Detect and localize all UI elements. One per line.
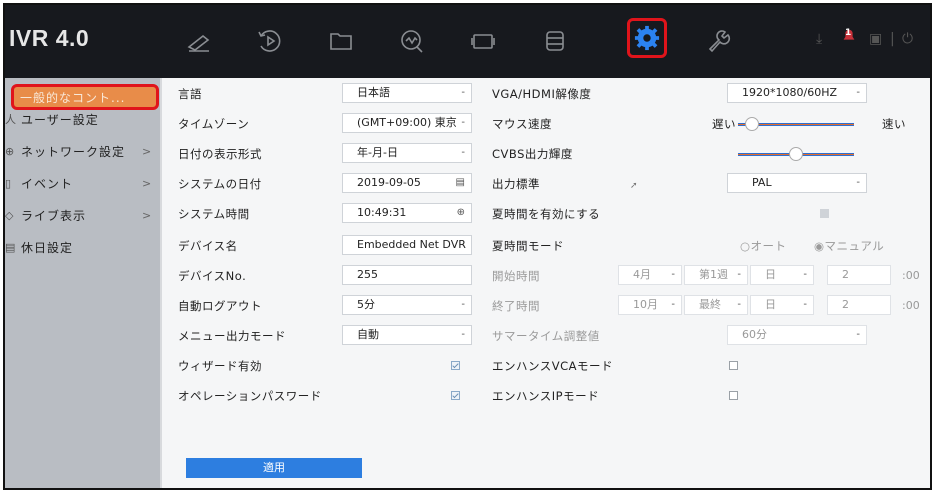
auto-logout-select[interactable]: 5分 - [342,295,472,315]
power-icon[interactable]: ⏻ [902,31,913,47]
sidebar-item-holiday[interactable]: ▤ 休日設定 [5,234,160,262]
dst-enable-checkbox[interactable] [820,209,829,218]
cvbs-brightness-handle[interactable] [789,147,803,161]
menu-output-label: メニュー出力モード [178,329,286,343]
enhanced-ip-label: エンハンスIPモード [492,389,600,403]
cvbs-brightness-label: CVBS出力輝度 [492,147,573,161]
auto-logout-label: 自動ログアウト [178,299,262,313]
start-week-select[interactable]: 第1週 - [684,265,748,285]
sidebar-item-label: 一般的なコント... [20,91,126,105]
calendar-icon[interactable]: ▤ [456,174,465,192]
storage-icon[interactable] [537,23,573,59]
end-month-select[interactable]: 10月 - [618,295,682,315]
dst-mode-auto-radio[interactable]: ○オート [740,238,787,254]
end-hour-select[interactable]: 2 [827,295,891,315]
end-day-select[interactable]: 日- [750,295,814,315]
sidebar: 一般的なコント... 人 ユーザー設定 ⊕ ネットワーク設定 > ▯ イベント … [5,78,160,488]
system-date-label: システムの日付 [178,177,262,191]
playback-icon[interactable] [252,23,288,59]
mouse-speed-label: マウス速度 [492,117,552,131]
date-format-label: 日付の表示形式 [178,147,262,161]
top-navigation-bar: IVR 4.0 ⤓ 1 ▣ | ⏻ [5,5,930,78]
system-time-input[interactable]: 10:49:31 ⊕ [342,203,472,223]
timezone-select[interactable]: (GMT+09:00) 東京 - [342,113,472,133]
calendar-icon: ▤ [5,241,16,254]
resolution-label: VGA/HDMI解像度 [492,87,592,101]
chevron-down-icon: - [461,329,465,340]
end-week-select[interactable]: 最終 - [684,295,748,315]
camera-icon[interactable] [465,23,501,59]
separator: | [890,31,895,47]
system-date-input[interactable]: 2019-09-05 ▤ [342,173,472,193]
chevron-right-icon: > [142,209,152,222]
language-select[interactable]: 日本語 - [342,83,472,103]
start-time-label: 開始時間 [492,269,540,283]
output-standard-label: 出力標準 [492,177,540,191]
chevron-down-icon: - [461,87,465,98]
end-minute-suffix: :00 [902,299,920,312]
brand-logo: IVR 4.0 [9,25,90,51]
device-no-label: デバイスNo. [178,269,247,283]
event-icon: ▯ [5,177,12,190]
sidebar-item-live-view[interactable]: ◇ ライブ表示 > [5,202,160,230]
user-icon: 人 [5,113,16,126]
chevron-right-icon: > [142,145,152,158]
chevron-down-icon: - [856,87,860,98]
chevron-down-icon: - [461,299,465,310]
dst-mode-label: 夏時間モード [492,239,564,253]
chevron-down-icon: - [856,177,860,188]
settings-panel: 言語 タイムゾーン 日付の表示形式 システムの日付 システム時間 デバイス名 デ… [162,78,930,488]
sidebar-item-network[interactable]: ⊕ ネットワーク設定 > [5,138,160,166]
language-label: 言語 [178,87,202,101]
live-view-icon: ◇ [5,209,14,222]
dst-enable-label: 夏時間を有効にする [492,207,601,221]
mouse-cursor-icon: ➚ [630,181,639,191]
start-day-select[interactable]: 日- [750,265,814,285]
chevron-down-icon: - [458,114,465,132]
system-time-label: システム時間 [178,207,250,221]
mouse-speed-slow-label: 遅い [712,117,736,131]
output-standard-select[interactable]: PAL - [727,173,867,193]
document-icon[interactable]: ▣ [869,31,882,47]
sidebar-item-events[interactable]: ▯ イベント > [5,170,160,198]
live-view-icon[interactable] [181,23,217,59]
mouse-speed-handle[interactable] [744,117,759,131]
configuration-gear-icon[interactable] [627,18,667,58]
wizard-checkbox[interactable] [451,361,460,370]
enhanced-vca-checkbox[interactable] [729,361,738,370]
device-no-input[interactable]: 255 [342,265,472,285]
operation-password-checkbox[interactable] [451,391,460,400]
alarm-badge: 1 [845,28,852,38]
apply-button[interactable]: 適用 [186,458,362,478]
chevron-down-icon: - [461,147,465,158]
device-name-label: デバイス名 [178,239,238,253]
app-window: IVR 4.0 ⤓ 1 ▣ | ⏻ 一般的なコント... 人 ユーザー設定 ⊕ … [3,3,932,490]
alarm-icon[interactable]: 1 [840,27,858,49]
device-name-input[interactable]: Embedded Net DVR [342,235,472,255]
clock-icon[interactable]: ⊕ [457,204,465,222]
start-minute-suffix: :00 [902,269,920,282]
sidebar-item-users[interactable]: 人 ユーザー設定 [5,106,160,134]
enhanced-vca-label: エンハンスVCAモード [492,359,614,373]
timezone-label: タイムゾーン [178,117,250,131]
globe-icon: ⊕ [5,145,15,158]
menu-output-select[interactable]: 自動 - [342,325,472,345]
mouse-speed-fast-label: 速い [882,117,906,131]
maintenance-wrench-icon[interactable] [700,23,736,59]
dst-mode-manual-radio[interactable]: ◉マニュアル [814,238,884,254]
operation-password-label: オペレーションパスワード [178,389,322,403]
file-management-icon[interactable] [323,23,359,59]
enhanced-ip-checkbox[interactable] [729,391,738,400]
download-icon[interactable]: ⤓ [816,31,822,47]
wizard-label: ウィザード有効 [178,359,262,373]
chevron-right-icon: > [142,177,152,190]
smart-analysis-icon[interactable] [394,23,430,59]
start-month-select[interactable]: 4月 - [618,265,682,285]
dst-bias-select[interactable]: 60分 - [727,325,867,345]
date-format-select[interactable]: 年-月-日 - [342,143,472,163]
dst-bias-label: サマータイム調整値 [492,329,600,343]
resolution-select[interactable]: 1920*1080/60HZ - [727,83,867,103]
start-hour-select[interactable]: 2 [827,265,891,285]
end-time-label: 終了時間 [492,299,540,313]
